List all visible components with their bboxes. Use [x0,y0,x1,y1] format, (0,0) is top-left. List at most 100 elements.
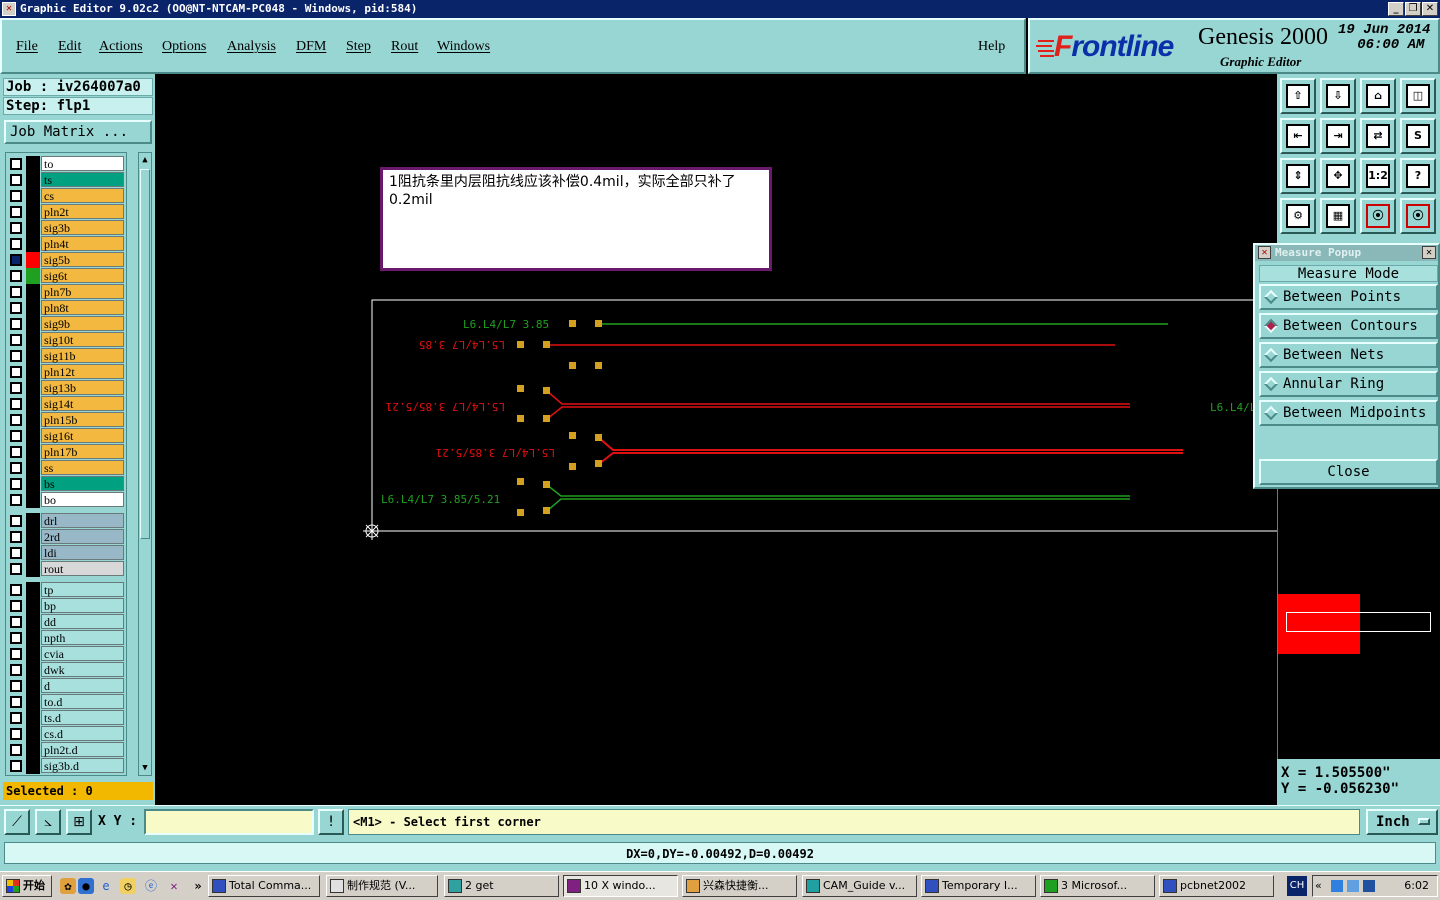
layer-color-swatch[interactable] [26,545,40,561]
left-icon[interactable]: ⇤ [1280,118,1316,154]
layer-color-swatch[interactable] [26,742,40,758]
layer-checkbox[interactable] [10,174,22,186]
layer-checkbox[interactable] [10,515,22,527]
tray-icon-1[interactable] [1331,880,1343,892]
layer-name[interactable]: pln7b [41,284,124,299]
layer-name[interactable]: pln15b [41,412,124,427]
layer-color-swatch[interactable] [26,513,40,529]
layer-name[interactable]: drl [41,513,124,528]
layer-color-swatch[interactable] [26,380,40,396]
layer-name[interactable]: d [41,678,124,693]
layer-row[interactable]: ts.d [6,710,126,726]
layer-color-swatch[interactable] [26,252,40,268]
taskbar-item[interactable]: 3 Microsof... [1040,875,1155,897]
layer-row[interactable]: to [6,156,126,172]
layer-color-swatch[interactable] [26,204,40,220]
layer-checkbox[interactable] [10,728,22,740]
start-button[interactable]: 开始 [2,875,52,897]
lang-indicator[interactable]: CH [1287,876,1307,896]
layer-checkbox[interactable] [10,206,22,218]
layer-checkbox[interactable] [10,158,22,170]
layer-name[interactable]: rout [41,561,124,576]
layer-checkbox[interactable] [10,430,22,442]
restore-button[interactable]: ❐ [1405,2,1421,16]
layer-checkbox[interactable] [10,398,22,410]
layer-color-swatch[interactable] [26,630,40,646]
layer-name[interactable]: pln8t [41,300,124,315]
layer-name[interactable]: cs.d [41,726,124,741]
layer-color-swatch[interactable] [26,444,40,460]
layer-checkbox[interactable] [10,531,22,543]
layer-color-swatch[interactable] [26,710,40,726]
scroll-up-icon[interactable]: ▲ [140,154,150,166]
layer-checkbox[interactable] [10,696,22,708]
layer-name[interactable]: cvia [41,646,124,661]
layer-row[interactable]: sig14t [6,396,126,412]
graphic-canvas[interactable]: L6.L4/L7 3.85 L5.L4/L7 3.85 L5.L4/L7 3.8… [155,74,1277,805]
layer-row[interactable]: drl [6,513,126,529]
snap-icon[interactable]: ⟋ [4,809,30,835]
measure-option-between-midpoints[interactable]: Between Midpoints [1259,400,1438,426]
menu-dfm[interactable]: DFM [296,39,326,55]
taskbar-item[interactable]: Temporary I... [921,875,1036,897]
quick-launch-icon-2[interactable]: ● [78,878,94,894]
overview-map[interactable] [1277,489,1440,759]
layer-checkbox[interactable] [10,382,22,394]
popup-close-icon[interactable]: ✕ [1422,246,1436,259]
layer-color-swatch[interactable] [26,460,40,476]
layer-row[interactable]: 2rd [6,529,126,545]
layer-row[interactable]: sig5b [6,252,126,268]
layer-row[interactable]: pln15b [6,412,126,428]
layer-checkbox[interactable] [10,478,22,490]
layer-checkbox[interactable] [10,680,22,692]
swap-icon[interactable]: ⇄ [1360,118,1396,154]
layer-checkbox[interactable] [10,616,22,628]
layer-color-swatch[interactable] [26,220,40,236]
layer-name[interactable]: pln4t [41,236,124,251]
layer-checkbox[interactable] [10,600,22,612]
layer-checkbox[interactable] [10,366,22,378]
layer-checkbox[interactable] [10,446,22,458]
menu-options[interactable]: Options [162,39,206,55]
menu-actions[interactable]: Actions [99,39,143,55]
layer-checkbox[interactable] [10,334,22,346]
layer-row[interactable]: ss [6,460,126,476]
measure-option-between-contours[interactable]: Between Contours [1259,313,1438,339]
tray-collapse-icon[interactable]: « [1315,876,1322,896]
layer-row[interactable]: tp [6,582,126,598]
overview-view-box[interactable] [1286,612,1431,632]
close-button[interactable]: Close [1259,459,1438,485]
panel-icon[interactable]: ◫ [1400,78,1436,114]
tools-icon[interactable]: ⚙ [1280,198,1316,234]
layer-checkbox[interactable] [10,494,22,506]
layer-name[interactable]: sig10t [41,332,124,347]
grid-icon[interactable]: ▦ [1320,198,1356,234]
layer-row[interactable]: bs [6,476,126,492]
layer-color-swatch[interactable] [26,348,40,364]
layer-red2-icon[interactable]: ⦿ [1400,198,1436,234]
ie-icon[interactable]: e [98,878,114,894]
x-app-icon[interactable]: ✕ [166,878,182,894]
layer-checkbox[interactable] [10,584,22,596]
layer-row[interactable]: pln2t.d [6,742,126,758]
layer-row[interactable]: cvia [6,646,126,662]
layer-color-swatch[interactable] [26,758,40,774]
scroll-down-icon[interactable]: ▼ [140,762,150,774]
layer-color-swatch[interactable] [26,412,40,428]
taskbar-item[interactable]: 制作规范 (V... [326,875,438,897]
xy-input[interactable] [144,809,314,835]
close-window-button[interactable]: ✕ [1422,2,1438,16]
layer-row[interactable]: sig6t [6,268,126,284]
layer-name[interactable]: ts.d [41,710,124,725]
layer-row[interactable]: rout [6,561,126,577]
layer-name[interactable]: bs [41,476,124,491]
layer-row[interactable]: bo [6,492,126,508]
taskbar-item[interactable]: 10 X windo... [563,875,678,897]
measure-option-between-nets[interactable]: Between Nets [1259,342,1438,368]
layer-name[interactable]: tp [41,582,124,597]
layer-name[interactable]: 2rd [41,529,124,544]
layer-row[interactable]: sig3b.d [6,758,126,774]
layer-checkbox[interactable] [10,563,22,575]
layer-checkbox[interactable] [10,190,22,202]
layer-color-swatch[interactable] [26,694,40,710]
